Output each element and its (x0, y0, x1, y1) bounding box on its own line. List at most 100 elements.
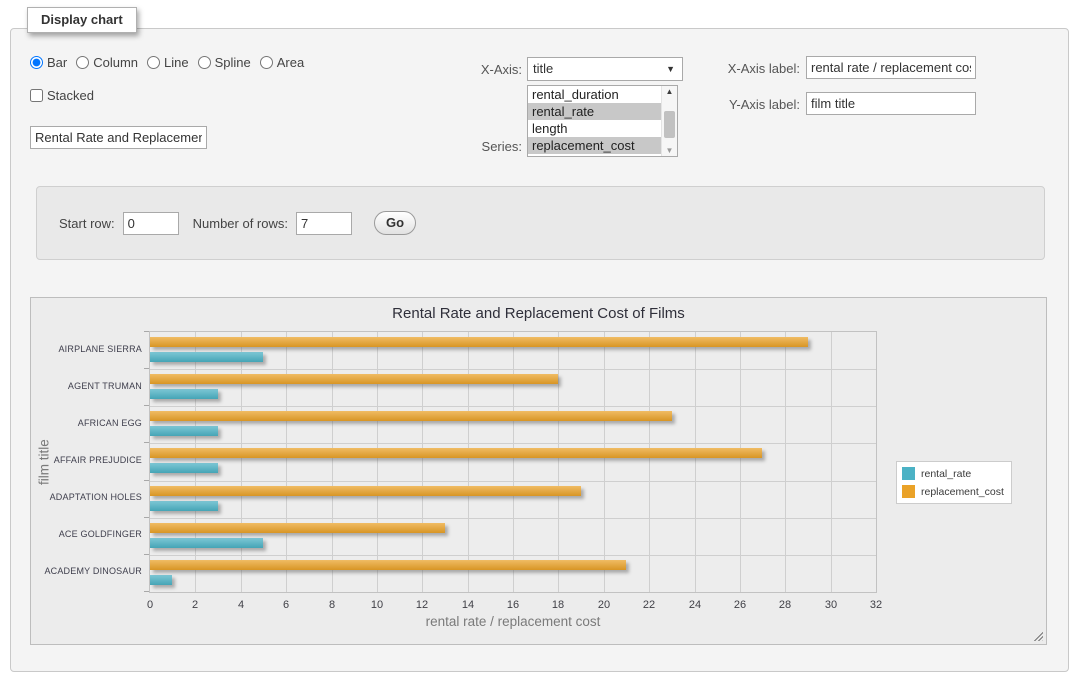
gridline-x-10 (377, 332, 378, 592)
gridline-y-5 (150, 518, 876, 519)
series-option-replacement_cost[interactable]: replacement_cost (528, 137, 661, 154)
legend-swatch-replacement_cost (902, 485, 915, 498)
gridline-x-4 (241, 332, 242, 592)
chart-type-option-column[interactable]: Column (76, 55, 138, 70)
chart-legend: rental_rate replacement_cost (896, 461, 1012, 504)
y-axis-tick-5 (144, 517, 149, 518)
num-rows-label: Number of rows: (193, 216, 288, 231)
gridline-x-8 (332, 332, 333, 592)
plot-area (149, 331, 877, 593)
spline-radio-label: Spline (215, 55, 251, 70)
bar-rental_rate (150, 538, 263, 548)
series-listbox[interactable]: rental_durationrental_ratelengthreplacem… (527, 85, 678, 157)
gridline-y-4 (150, 481, 876, 482)
x-axis-select[interactable]: title ▼ (527, 57, 683, 81)
chart-title-input[interactable] (30, 126, 207, 149)
x-tick-22: 22 (633, 599, 665, 611)
y-axis-label-input[interactable] (806, 92, 976, 115)
chart-type-option-line[interactable]: Line (147, 55, 189, 70)
bar-replacement_cost (150, 486, 581, 496)
column-radio[interactable] (76, 56, 89, 69)
gridline-x-24 (695, 332, 696, 592)
stacked-row: Stacked (30, 88, 103, 103)
area-radio[interactable] (260, 56, 273, 69)
legend-label: replacement_cost (921, 486, 1004, 498)
x-axis-label-input[interactable] (806, 56, 976, 79)
go-button[interactable]: Go (374, 211, 416, 235)
scroll-up-icon[interactable]: ▲ (662, 87, 677, 96)
line-radio[interactable] (147, 56, 160, 69)
bar-radio[interactable] (30, 56, 43, 69)
chart-type-option-area[interactable]: Area (260, 55, 304, 70)
gridline-x-20 (604, 332, 605, 592)
gridline-x-26 (740, 332, 741, 592)
line-radio-label: Line (164, 55, 189, 70)
category-label: ACADEMY DINOSAUR (31, 566, 142, 576)
bar-replacement_cost (150, 411, 672, 421)
scrollbar-thumb[interactable] (664, 111, 675, 138)
gridline-y-1 (150, 369, 876, 370)
start-row-label: Start row: (59, 216, 115, 231)
x-tick-32: 32 (860, 599, 892, 611)
resize-handle-icon[interactable] (1032, 630, 1043, 641)
bar-rental_rate (150, 501, 218, 511)
start-row-input[interactable] (123, 212, 179, 235)
gridline-x-16 (513, 332, 514, 592)
gridline-x-18 (558, 332, 559, 592)
x-tick-10: 10 (361, 599, 393, 611)
x-axis-label-caption: X-Axis label: (690, 61, 800, 76)
chart-type-radio-group: Bar Column Line Spline Area (30, 55, 313, 70)
category-label: AGENT TRUMAN (31, 381, 142, 391)
category-label: ACE GOLDFINGER (31, 529, 142, 539)
x-tick-6: 6 (270, 599, 302, 611)
series-options: rental_durationrental_ratelengthreplacem… (528, 86, 661, 154)
spline-radio[interactable] (198, 56, 211, 69)
y-axis-tick-6 (144, 554, 149, 555)
gridline-x-28 (785, 332, 786, 592)
y-axis-tick-2 (144, 405, 149, 406)
chart-type-option-bar[interactable]: Bar (30, 55, 67, 70)
stacked-checkbox[interactable] (30, 89, 43, 102)
x-tick-4: 4 (225, 599, 257, 611)
bar-replacement_cost (150, 523, 445, 533)
x-axis-selected-value: title (533, 61, 553, 76)
x-tick-28: 28 (769, 599, 801, 611)
stacked-option[interactable]: Stacked (30, 88, 94, 103)
gridline-y-3 (150, 443, 876, 444)
gridline-x-14 (468, 332, 469, 592)
category-label: ADAPTATION HOLES (31, 492, 142, 502)
gridline-x-12 (422, 332, 423, 592)
x-tick-0: 0 (134, 599, 166, 611)
bar-replacement_cost (150, 560, 626, 570)
chart-title: Rental Rate and Replacement Cost of Film… (31, 305, 1046, 322)
legend-entry-replacement_cost: replacement_cost (902, 485, 1004, 498)
x-tick-16: 16 (497, 599, 529, 611)
legend-entry-rental_rate: rental_rate (902, 467, 1004, 480)
x-tick-8: 8 (316, 599, 348, 611)
category-label: AIRPLANE SIERRA (31, 344, 142, 354)
row-range-box: Start row: Number of rows: Go (36, 186, 1045, 260)
bar-replacement_cost (150, 374, 558, 384)
num-rows-input[interactable] (296, 212, 352, 235)
x-tick-18: 18 (542, 599, 574, 611)
y-axis-tick-3 (144, 442, 149, 443)
x-tick-12: 12 (406, 599, 438, 611)
chart-type-option-spline[interactable]: Spline (198, 55, 251, 70)
bar-rental_rate (150, 463, 218, 473)
series-option-length[interactable]: length (528, 120, 661, 137)
x-tick-2: 2 (179, 599, 211, 611)
category-label: AFFAIR PREJUDICE (31, 455, 142, 465)
bar-replacement_cost (150, 337, 808, 347)
gridline-x-30 (831, 332, 832, 592)
gridline-x-22 (649, 332, 650, 592)
bar-rental_rate (150, 389, 218, 399)
series-option-rental_duration[interactable]: rental_duration (528, 86, 661, 103)
x-tick-24: 24 (679, 599, 711, 611)
y-axis-tick-4 (144, 480, 149, 481)
series-option-rental_rate[interactable]: rental_rate (528, 103, 661, 120)
y-axis-tick-0 (144, 331, 149, 332)
scroll-down-icon[interactable]: ▼ (662, 146, 677, 155)
chart-area: Rental Rate and Replacement Cost of Film… (30, 297, 1047, 645)
series-scrollbar[interactable]: ▲ ▼ (661, 86, 677, 156)
bar-rental_rate (150, 426, 218, 436)
